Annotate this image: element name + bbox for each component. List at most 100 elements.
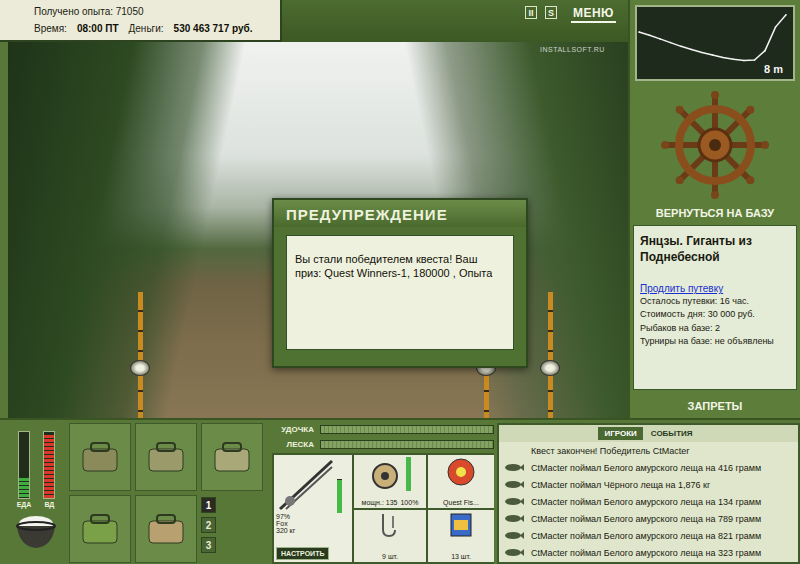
reel-wear: 100% <box>400 499 418 506</box>
feed-row: CtMacter поймал Белого амурского леща на… <box>503 493 794 510</box>
bottom-panel: ЕДАВД 1 2 3 УДОЧКА ЛЕСКА 97%Fox320 кгНАСТРОИТЬ… <box>0 418 800 564</box>
fish-icon <box>504 497 524 506</box>
pot-icon[interactable] <box>13 512 59 550</box>
dialog-message: Вы стали победителем квеста! Ваш приз: Q… <box>286 235 514 350</box>
durability-track <box>320 440 494 449</box>
toolbar: II S МЕНЮ <box>282 0 628 42</box>
meter-fill <box>44 435 54 498</box>
bait-count: 13 шт. <box>451 553 471 560</box>
menu-button[interactable]: МЕНЮ <box>571 6 616 23</box>
right-panel: 8 mВЕРНУТЬСЯ НА БАЗУЯнцзы. Гиганты из По… <box>628 0 800 418</box>
hook-count: 9 шт. <box>382 553 398 560</box>
reel <box>540 360 560 376</box>
fishing-rod[interactable] <box>548 292 553 418</box>
bans-button[interactable]: ЗАПРЕТЫ <box>630 390 800 418</box>
main-column: Получено опыта: 71050 Время:08:00 ПТДеньг… <box>0 0 628 418</box>
meter-track <box>43 431 55 499</box>
meter-row: ЕДАВД <box>17 431 56 508</box>
feed-row: CtMacter поймал Белого амурского леща на… <box>503 459 794 476</box>
event-feed: ИГРОКИСОБЫТИЯКвест закончен! Победитель … <box>497 423 800 564</box>
feed-icon-slot <box>503 514 525 523</box>
rod-slot[interactable]: 97%Fox320 кгНАСТРОИТЬ <box>274 455 352 562</box>
page-button[interactable]: 2 <box>201 517 216 533</box>
feed-icon-slot <box>503 480 525 489</box>
base-info-line: Осталось путевки: 16 час. <box>640 296 790 307</box>
pause-button[interactable]: II <box>525 6 537 19</box>
tackle-bag-icon <box>77 437 123 477</box>
rod-name: Fox <box>276 520 350 527</box>
feed-row: CtMacter поймал Чёрного леща на 1,876 кг <box>503 476 794 493</box>
reel-row <box>369 457 411 491</box>
reel-wear-fill <box>406 457 411 491</box>
feed-tabs: ИГРОКИСОБЫТИЯ <box>499 425 798 442</box>
inventory-slot[interactable] <box>201 423 263 491</box>
feed-row: CtMacter поймал Белого амурского леща на… <box>503 510 794 527</box>
extend-permit-link[interactable]: Продлить путевку <box>640 283 790 294</box>
fishing-rod[interactable] <box>138 292 143 418</box>
depth-chart: 8 m <box>635 5 795 81</box>
bucket-icon <box>143 509 189 549</box>
warning-dialog: ПРЕДУПРЕЖДЕНИЕВы стали победителем квест… <box>272 198 528 368</box>
hook-slot[interactable]: 9 шт. <box>354 510 426 563</box>
base-info-line: Турниры на базе: не объявлены <box>640 336 790 347</box>
meter: ВД <box>43 431 55 508</box>
line-slot[interactable]: Quest Fis... <box>428 455 494 508</box>
page-button[interactable]: 3 <box>201 537 216 553</box>
feed-tab[interactable]: ИГРОКИ <box>598 427 642 440</box>
inventory-slot[interactable] <box>135 423 197 491</box>
base-info-line: Стоимость дня: 30 000 руб. <box>640 309 790 320</box>
meters: ЕДАВД <box>6 423 66 564</box>
fish-icon <box>504 531 524 540</box>
top-row: Получено опыта: 71050 Время:08:00 ПТДеньг… <box>0 0 628 42</box>
fishing-scene[interactable]: INSTALLSOFT.RU ПРЕДУПРЕЖДЕНИЕВы стали поб… <box>8 42 628 418</box>
reel-power: мощн.: 135 <box>362 499 398 506</box>
sound-button[interactable]: S <box>545 6 557 19</box>
experience: Получено опыта: 71050 <box>34 6 270 17</box>
inventory-slot[interactable] <box>135 495 197 563</box>
food-basket-icon <box>77 509 123 549</box>
watermark: INSTALLSOFT.RU <box>540 46 605 53</box>
return-wheel[interactable] <box>630 81 800 203</box>
stats-box: Получено опыта: 71050 Время:08:00 ПТДеньг… <box>0 0 282 42</box>
reel-icon <box>369 461 403 491</box>
page-button[interactable]: 1 <box>201 497 216 513</box>
lure-box-icon <box>209 437 255 477</box>
fish-icon <box>504 514 524 523</box>
meter-fill <box>19 478 29 498</box>
bait-icon <box>448 512 474 538</box>
time-money: Время:08:00 ПТДеньги:530 463 717 руб. <box>34 23 270 34</box>
feed-row: CtMacter поймал Белого амурского леща на… <box>503 527 794 544</box>
durability-track <box>320 425 494 434</box>
durability-label: УДОЧКА <box>272 425 314 434</box>
game-screen: Получено опыта: 71050 Время:08:00 ПТДеньг… <box>0 0 800 564</box>
meter-track <box>18 431 30 499</box>
return-to-base-button[interactable]: ВЕРНУТЬСЯ НА БАЗУ <box>630 203 800 225</box>
reel-text-row: мощн.: 135100% <box>362 499 419 506</box>
feed-tab[interactable]: СОБЫТИЯ <box>645 427 699 440</box>
feed-list: Квест закончен! Победитель CtMacterCtMac… <box>499 442 798 561</box>
base-info: Янцзы. Гиганты из Поднебесной Продлить пу… <box>633 225 797 390</box>
base-title: Янцзы. Гиганты из Поднебесной <box>640 234 790 265</box>
reel-wear-meter <box>406 457 411 491</box>
feed-row: CtMacter поймал Белого амурского леща на… <box>503 544 794 561</box>
line-name: Quest Fis... <box>443 499 479 506</box>
durability-label: ЛЕСКА <box>272 440 314 449</box>
tackle-grid: 97%Fox320 кгНАСТРОИТЬ мощн.: 135100% Quest… <box>272 453 494 564</box>
rod-row <box>276 457 350 513</box>
inventory: 1 2 3 <box>69 423 269 564</box>
feed-icon-slot <box>503 531 525 540</box>
base-info-line: Рыбаков на базе: 2 <box>640 323 790 334</box>
bait-slot[interactable]: 13 шт. <box>428 510 494 563</box>
inventory-slot[interactable] <box>69 495 131 563</box>
fish-icon <box>504 463 524 472</box>
tackle-panel: УДОЧКА ЛЕСКА 97%Fox320 кгНАСТРОИТЬ мощн.: 1… <box>272 423 494 564</box>
setup-button[interactable]: НАСТРОИТЬ <box>276 547 329 560</box>
reel-slot[interactable]: мощн.: 135100% <box>354 455 426 508</box>
rod-wear-meter <box>337 479 342 513</box>
feed-row: Квест закончен! Победитель CtMacter <box>503 442 794 459</box>
inventory-slot[interactable] <box>69 423 131 491</box>
depth-reading: 8 m <box>764 63 783 75</box>
fish-icon <box>504 548 524 557</box>
page-area: 1 2 3 <box>201 495 263 563</box>
backpack-icon <box>143 437 189 477</box>
